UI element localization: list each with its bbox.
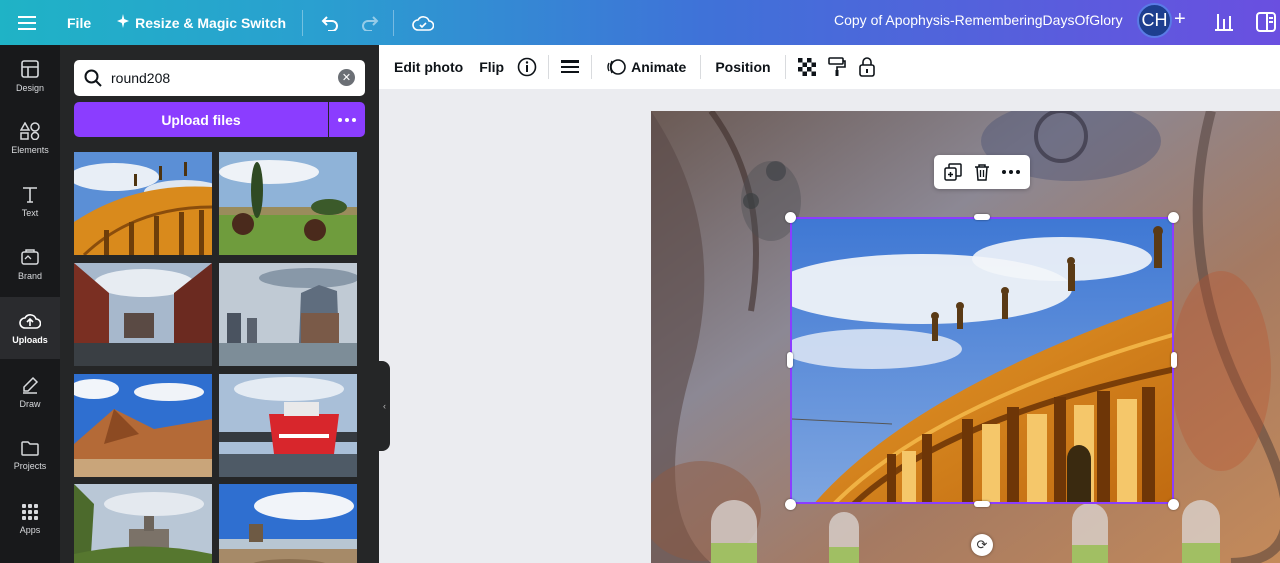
rail-label: Uploads bbox=[12, 334, 48, 345]
redo-icon[interactable] bbox=[353, 6, 387, 40]
rail-item-apps[interactable]: Apps bbox=[0, 488, 60, 550]
top-bar: File Resize & Magic Switch Copy of Apoph… bbox=[0, 0, 1280, 45]
brand-icon bbox=[21, 248, 39, 265]
thumbnail-castle-ruin[interactable] bbox=[74, 484, 212, 563]
thumbnail-curved-building[interactable] bbox=[74, 152, 212, 255]
search-box[interactable]: round208 ✕ bbox=[74, 60, 365, 96]
pen-icon bbox=[23, 376, 39, 394]
avatar[interactable]: CH bbox=[1137, 3, 1172, 38]
uploads-panel: round208 ✕ Upload files bbox=[60, 45, 379, 563]
transparency-icon[interactable] bbox=[792, 52, 822, 82]
resize-handle-top-right[interactable] bbox=[1168, 212, 1179, 223]
side-panel-icon[interactable] bbox=[1250, 5, 1280, 39]
thumbnail-warehouse-canal[interactable] bbox=[74, 263, 212, 366]
shapes-icon bbox=[20, 121, 40, 140]
lock-icon[interactable] bbox=[852, 52, 882, 82]
text-icon bbox=[23, 186, 37, 203]
upload-cloud-icon bbox=[19, 313, 41, 329]
rail-item-brand[interactable]: Brand bbox=[0, 233, 60, 295]
border-style-icon[interactable] bbox=[555, 52, 585, 82]
rail-label: Apps bbox=[19, 524, 41, 535]
collapse-panel-handle[interactable]: ‹ bbox=[379, 361, 390, 451]
rail-label: Draw bbox=[19, 398, 41, 409]
thumbnail-red-ship[interactable] bbox=[219, 374, 357, 477]
undo-icon[interactable] bbox=[313, 6, 347, 40]
apps-grid-icon bbox=[22, 503, 38, 520]
thumbnail-stone-tower-beach[interactable] bbox=[219, 484, 357, 563]
floating-element-toolbar bbox=[934, 155, 1030, 189]
paint-roller-icon[interactable] bbox=[822, 52, 852, 82]
resize-handle-bottom-right[interactable] bbox=[1168, 499, 1179, 510]
more-options-icon[interactable] bbox=[329, 102, 365, 137]
add-collaborator-icon[interactable]: + bbox=[1174, 9, 1192, 31]
rail-label: Design bbox=[15, 82, 44, 93]
layout-icon bbox=[21, 59, 39, 78]
rail-item-projects[interactable]: Projects bbox=[0, 424, 60, 486]
divider bbox=[591, 55, 593, 79]
divider bbox=[784, 55, 786, 79]
animate-icon bbox=[607, 59, 626, 75]
analytics-icon[interactable] bbox=[1206, 5, 1242, 39]
sparkle-icon bbox=[117, 14, 130, 31]
edit-photo-button[interactable]: Edit photo bbox=[386, 52, 471, 82]
divider bbox=[700, 55, 702, 79]
resize-handle-top[interactable] bbox=[974, 214, 990, 220]
position-button[interactable]: Position bbox=[707, 52, 778, 82]
rail-item-text[interactable]: Text bbox=[0, 170, 60, 232]
search-input[interactable]: round208 bbox=[111, 70, 170, 86]
divider bbox=[302, 9, 304, 36]
animate-label: Animate bbox=[631, 59, 687, 75]
resize-label: Resize & Magic Switch bbox=[135, 14, 287, 31]
rail-label: Brand bbox=[17, 270, 43, 281]
file-menu-button[interactable]: File bbox=[57, 6, 101, 40]
selected-image-curved-building[interactable] bbox=[790, 217, 1174, 504]
rotate-icon[interactable]: ⟳ bbox=[971, 534, 993, 556]
resize-handle-top-left[interactable] bbox=[785, 212, 796, 223]
flip-button[interactable]: Flip bbox=[471, 52, 512, 82]
search-icon bbox=[84, 69, 102, 87]
thumbnail-harbour-skyline[interactable] bbox=[219, 263, 357, 366]
rail-label: Projects bbox=[13, 460, 47, 471]
thumbnail-garden[interactable] bbox=[219, 152, 357, 255]
file-label: File bbox=[67, 14, 92, 31]
thumbnail-desert-mountain[interactable] bbox=[74, 374, 212, 477]
context-toolbar: Edit photo Flip Animate Position bbox=[379, 45, 1280, 89]
divider bbox=[548, 55, 550, 79]
rail-item-elements[interactable]: Elements bbox=[0, 107, 60, 169]
clear-search-icon[interactable]: ✕ bbox=[338, 69, 355, 86]
delete-icon[interactable] bbox=[970, 160, 994, 184]
resize-handle-bottom[interactable] bbox=[974, 501, 990, 507]
hamburger-icon[interactable] bbox=[10, 6, 44, 40]
upload-files-button[interactable]: Upload files bbox=[74, 102, 328, 137]
resize-handle-right[interactable] bbox=[1171, 352, 1177, 368]
canva-editor: File Resize & Magic Switch Copy of Apoph… bbox=[0, 0, 1280, 563]
rail-item-design[interactable]: Design bbox=[0, 45, 60, 107]
info-icon[interactable] bbox=[512, 52, 542, 82]
folder-icon bbox=[21, 440, 39, 456]
animate-button[interactable]: Animate bbox=[598, 52, 694, 82]
divider bbox=[393, 9, 395, 36]
duplicate-icon[interactable] bbox=[941, 160, 965, 184]
cloud-check-icon[interactable] bbox=[406, 6, 440, 40]
resize-magic-switch-button[interactable]: Resize & Magic Switch bbox=[107, 6, 296, 40]
rail-item-draw[interactable]: Draw bbox=[0, 361, 60, 423]
document-title[interactable]: Copy of Apophysis-RememberingDaysOfGlory bbox=[834, 12, 1123, 28]
more-icon[interactable] bbox=[999, 160, 1023, 184]
rail-item-uploads[interactable]: Uploads bbox=[0, 297, 60, 359]
resize-handle-left[interactable] bbox=[787, 352, 793, 368]
resize-handle-bottom-left[interactable] bbox=[785, 499, 796, 510]
left-rail: Design Elements Text Brand Uploads Draw … bbox=[0, 45, 60, 563]
rail-label: Text bbox=[21, 207, 39, 218]
rail-label: Elements bbox=[11, 144, 49, 155]
